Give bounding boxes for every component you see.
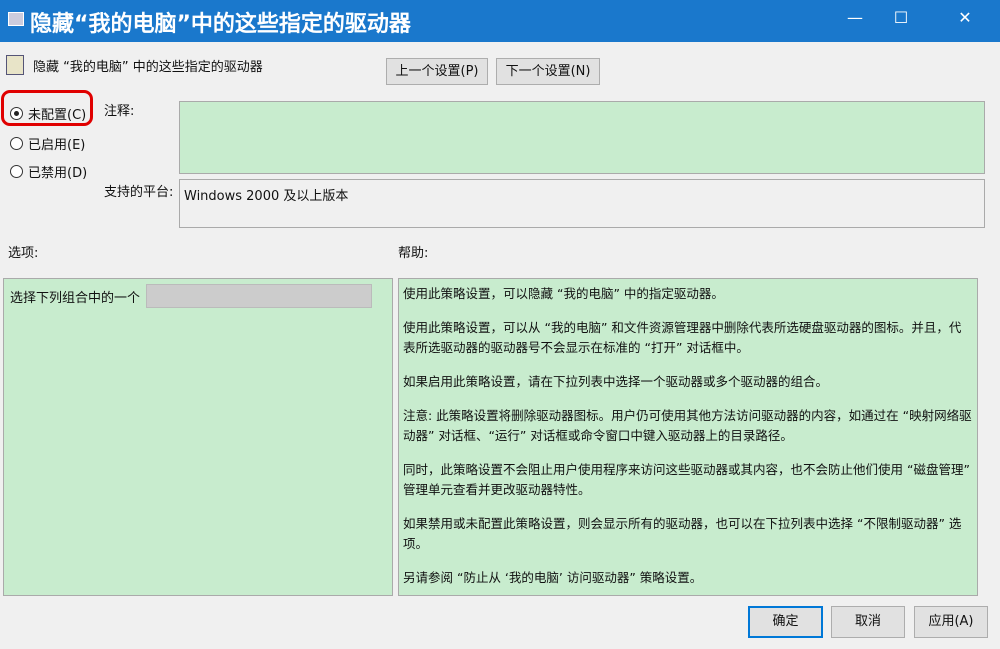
radio-disabled[interactable]: 已禁用(D) [10, 162, 87, 181]
comment-label: 注释: [104, 104, 135, 119]
window-title: 隐藏“我的电脑”中的这些指定的驱动器 [30, 12, 411, 37]
help-label: 帮助: [398, 246, 429, 261]
radio-icon [10, 137, 23, 150]
radio-label: 已禁用(D) [28, 166, 88, 181]
radio-label: 已启用(E) [28, 138, 86, 153]
radio-label: 未配置(C) [28, 108, 87, 123]
close-button[interactable]: ✕ [950, 8, 980, 27]
help-paragraph: 使用此策略设置，可以隐藏 “我的电脑” 中的指定驱动器。 [403, 286, 724, 301]
maximize-button[interactable]: ☐ [886, 8, 916, 27]
help-paragraph: 如果禁用或未配置此策略设置，则会显示所有的驱动器，也可以在下拉列表中选择 “不限… [403, 516, 962, 551]
help-paragraph: 另请参阅 “防止从 ‘我的电脑’ 访问驱动器” 策略设置。 [403, 570, 703, 585]
options-label: 选项: [8, 246, 39, 261]
radio-selected-icon [10, 107, 23, 120]
policy-name: 隐藏 “我的电脑” 中的这些指定的驱动器 [33, 60, 263, 75]
radio-enabled[interactable]: 已启用(E) [10, 134, 85, 153]
help-scrollbar[interactable] [978, 278, 994, 596]
next-setting-button[interactable]: 下一个设置(N) [496, 58, 600, 85]
minimize-button[interactable]: — [840, 8, 870, 27]
options-panel: 选择下列组合中的一个 [3, 278, 393, 596]
cancel-button[interactable]: 取消 [831, 606, 905, 638]
help-paragraph: 注意: 此策略设置将删除驱动器图标。用户仍可使用其他方法访问驱动器的内容，如通过… [403, 408, 972, 443]
combo-label: 选择下列组合中的一个 [10, 291, 141, 306]
platform-field: Windows 2000 及以上版本 [179, 179, 985, 228]
platform-label: 支持的平台: [104, 185, 174, 200]
radio-not-configured[interactable]: 未配置(C) [10, 104, 86, 123]
prev-setting-button[interactable]: 上一个设置(P) [386, 58, 488, 85]
ok-button[interactable]: 确定 [748, 606, 823, 638]
comment-input[interactable] [179, 101, 985, 174]
help-panel: 使用此策略设置，可以隐藏 “我的电脑” 中的指定驱动器。 使用此策略设置，可以从… [398, 278, 978, 596]
policy-app-icon [8, 12, 24, 26]
help-paragraph: 如果启用此策略设置，请在下拉列表中选择一个驱动器或多个驱动器的组合。 [403, 374, 829, 389]
policy-icon [6, 55, 24, 75]
help-paragraph: 使用此策略设置，可以从 “我的电脑” 和文件资源管理器中删除代表所选硬盘驱动器的… [403, 320, 962, 355]
apply-button[interactable]: 应用(A) [914, 606, 988, 638]
title-bar: 隐藏“我的电脑”中的这些指定的驱动器 — ☐ ✕ [0, 0, 1000, 42]
radio-icon [10, 165, 23, 178]
drive-combo[interactable] [146, 284, 372, 308]
help-paragraph: 同时，此策略设置不会阻止用户使用程序来访问这些驱动器或其内容，也不会防止他们使用… [403, 462, 970, 497]
